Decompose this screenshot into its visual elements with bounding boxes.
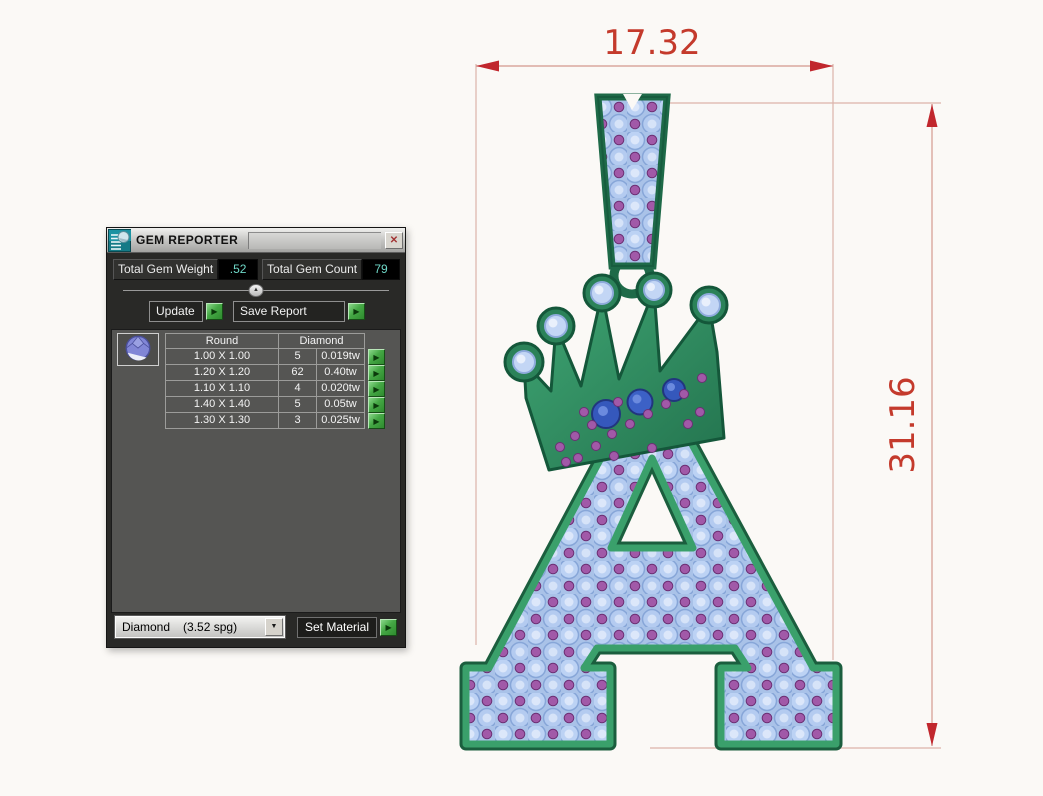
total-gem-weight-value: .52 bbox=[218, 259, 259, 280]
gem-size-cell: 1.40 X 1.40 bbox=[165, 397, 279, 413]
gem-table: Round Diamond 1.00 X 1.00 5 0.019tw ▶ 1.… bbox=[165, 333, 400, 429]
save-report-button[interactable]: Save Report bbox=[233, 301, 345, 322]
chevron-down-icon[interactable]: ▼ bbox=[265, 618, 283, 636]
update-run-icon[interactable]: ▶ bbox=[206, 303, 223, 320]
set-material-run-icon[interactable]: ▶ bbox=[380, 618, 398, 636]
row-run-icon[interactable]: ▶ bbox=[368, 349, 385, 365]
gem-reporter-titlebar[interactable]: GEM REPORTER ✕ bbox=[107, 228, 405, 253]
row-run-icon[interactable]: ▶ bbox=[368, 413, 385, 429]
gem-size-cell: 1.10 X 1.10 bbox=[165, 381, 279, 397]
gem-weight-cell: 0.025tw bbox=[317, 413, 365, 429]
material-dropdown[interactable]: Diamond (3.52 spg) ▼ bbox=[114, 615, 286, 639]
total-gem-count-value: 79 bbox=[362, 259, 400, 280]
width-dimension-label: 17.32 bbox=[603, 23, 700, 63]
row-run-icon[interactable]: ▶ bbox=[368, 381, 385, 397]
shape-column-header: Round bbox=[165, 333, 279, 349]
gem-icon bbox=[125, 335, 151, 361]
gem-reporter-panel: GEM REPORTER ✕ Total Gem Weight .52 Tota… bbox=[106, 227, 406, 648]
gem-count-cell: 3 bbox=[279, 413, 317, 429]
totals-row: Total Gem Weight .52 Total Gem Count 79 bbox=[107, 253, 405, 283]
dimension-height: 31.16 bbox=[883, 104, 938, 746]
gem-table-container: Round Diamond 1.00 X 1.00 5 0.019tw ▶ 1.… bbox=[111, 329, 401, 613]
table-row: 1.00 X 1.00 5 0.019tw ▶ bbox=[165, 349, 400, 365]
collapse-arrow-icon[interactable]: ▲ bbox=[248, 284, 264, 297]
gem-size-cell: 1.30 X 1.30 bbox=[165, 413, 279, 429]
material-row: Diamond (3.52 spg) ▼ Set Material ▶ bbox=[107, 613, 405, 647]
gem-weight-cell: 0.05tw bbox=[317, 397, 365, 413]
row-run-icon[interactable]: ▶ bbox=[368, 365, 385, 381]
gem-weight-cell: 0.020tw bbox=[317, 381, 365, 397]
table-row: 1.20 X 1.20 62 0.40tw ▶ bbox=[165, 365, 400, 381]
table-row: 1.10 X 1.10 4 0.020tw ▶ bbox=[165, 381, 400, 397]
close-icon[interactable]: ✕ bbox=[385, 231, 403, 249]
update-button[interactable]: Update bbox=[149, 301, 203, 322]
material-density: (3.52 spg) bbox=[183, 620, 238, 634]
gem-weight-cell: 0.40tw bbox=[317, 365, 365, 381]
table-header-row: Round Diamond bbox=[165, 333, 400, 349]
gem-shape-preview bbox=[117, 333, 159, 366]
row-run-icon[interactable]: ▶ bbox=[368, 397, 385, 413]
pendant-crown bbox=[503, 271, 729, 472]
gem-count-cell: 5 bbox=[279, 397, 317, 413]
gem-count-cell: 5 bbox=[279, 349, 317, 365]
titlebar-spacer bbox=[248, 231, 381, 249]
table-row: 1.40 X 1.40 5 0.05tw ▶ bbox=[165, 397, 400, 413]
height-dimension-label: 31.16 bbox=[883, 376, 923, 473]
type-column-header: Diamond bbox=[279, 333, 365, 349]
gem-reporter-icon bbox=[108, 228, 131, 252]
total-gem-count-label: Total Gem Count bbox=[262, 259, 363, 280]
actions-row: Update ▶ Save Report ▶ bbox=[107, 297, 405, 327]
save-report-run-icon[interactable]: ▶ bbox=[348, 303, 365, 320]
pendant-bail bbox=[594, 93, 671, 299]
material-dropdown-value: Diamond bbox=[122, 620, 171, 634]
total-gem-weight-label: Total Gem Weight bbox=[113, 259, 219, 280]
panel-title: GEM REPORTER bbox=[136, 233, 239, 247]
set-material-button[interactable]: Set Material bbox=[297, 616, 378, 638]
gem-count-cell: 4 bbox=[279, 381, 317, 397]
gem-weight-cell: 0.019tw bbox=[317, 349, 365, 365]
gem-count-cell: 62 bbox=[279, 365, 317, 381]
dimension-width: 17.32 bbox=[476, 23, 833, 72]
gem-size-cell: 1.00 X 1.00 bbox=[165, 349, 279, 365]
collapse-row: ▲ bbox=[123, 284, 389, 297]
pendant-letter-a bbox=[459, 93, 843, 751]
table-row: 1.30 X 1.30 3 0.025tw ▶ bbox=[165, 413, 400, 429]
gem-size-cell: 1.20 X 1.20 bbox=[165, 365, 279, 381]
